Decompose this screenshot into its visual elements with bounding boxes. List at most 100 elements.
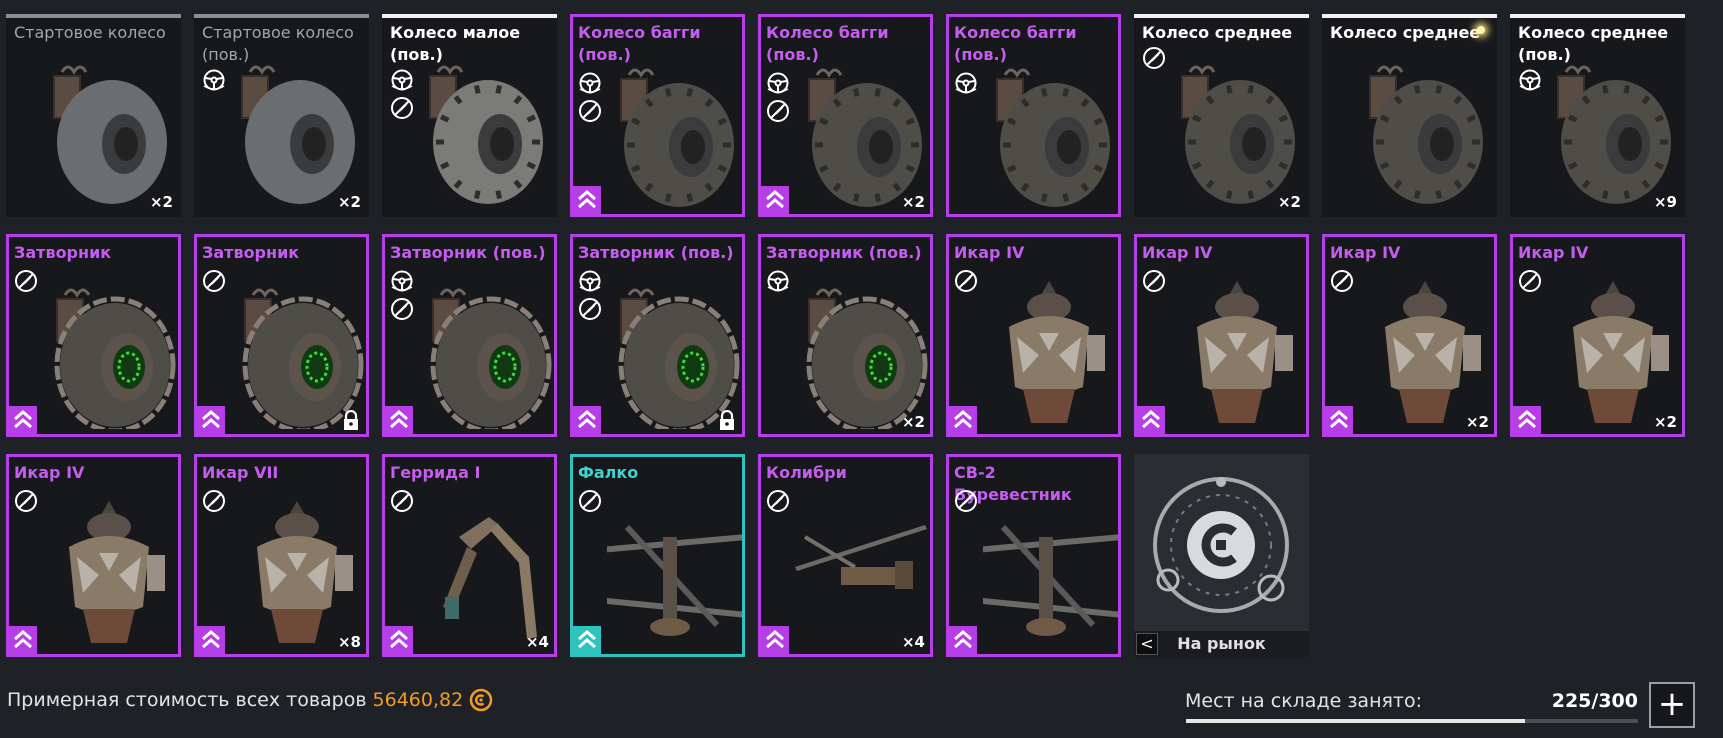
item-count: ×2	[149, 193, 173, 211]
total-value-row: Примерная стоимость всех товаров 56460,8…	[7, 688, 493, 712]
inventory-item[interactable]: Икар IV ×2	[1322, 234, 1497, 437]
inventory-item[interactable]: Стартовое колесо (пов.) ×2	[194, 14, 369, 217]
item-name: Колесо малое (пов.)	[390, 23, 521, 64]
item-attributes	[1142, 269, 1166, 293]
item-name: Колесо среднее (пов.)	[1518, 23, 1669, 64]
inventory-item[interactable]: Стартовое колесо ×2	[6, 14, 181, 217]
inventory-item[interactable]: Геррида I ×4	[382, 454, 557, 657]
storage-label: Мест на складе занято:	[1185, 690, 1423, 712]
item-name: Фалко	[578, 463, 639, 482]
market-back-button[interactable]: <	[1136, 633, 1158, 655]
no-paint-icon	[391, 490, 413, 512]
inventory-item[interactable]: Затворник (пов.) ×2	[758, 234, 933, 437]
no-paint-icon	[579, 490, 601, 512]
storage-progress-bar	[1186, 719, 1638, 723]
item-attributes	[578, 489, 602, 513]
inventory-item[interactable]: Затворник (пов.)	[382, 234, 557, 437]
inventory-item[interactable]: Икар VII ×8	[194, 454, 369, 657]
item-name: Геррида I	[390, 463, 481, 482]
upgrade-icon	[949, 626, 977, 654]
no-paint-icon	[391, 298, 413, 320]
item-name: Икар IV	[954, 243, 1025, 262]
new-item-indicator	[1477, 26, 1485, 34]
inventory-item[interactable]: Икар IV ×2	[1510, 234, 1685, 437]
storage-progress-fill	[1186, 719, 1525, 723]
item-name: Затворник	[202, 243, 300, 262]
inventory-item[interactable]: Колибри ×4	[758, 454, 933, 657]
item-name: Затворник	[14, 243, 112, 262]
item-name: Колибри	[766, 463, 847, 482]
item-image	[69, 501, 165, 643]
item-attributes	[202, 489, 226, 513]
inventory-item[interactable]: Колесо среднее ×2	[1134, 14, 1309, 217]
item-name: Затворник (пов.)	[578, 243, 734, 262]
inventory-item[interactable]: Колесо малое (пов.)	[382, 14, 557, 217]
inventory-item[interactable]: Фалко	[570, 454, 745, 657]
item-image	[429, 65, 543, 204]
no-paint-icon	[579, 298, 601, 320]
no-paint-icon	[203, 490, 225, 512]
upgrade-icon	[949, 406, 977, 434]
no-paint-icon	[15, 490, 37, 512]
item-image	[620, 68, 734, 207]
item-image	[1385, 281, 1481, 423]
item-attributes	[766, 269, 790, 293]
inventory-item[interactable]: Колесо багги (пов.) ×2	[758, 14, 933, 217]
market-emblem-icon	[1153, 477, 1289, 613]
item-attributes	[14, 269, 38, 293]
upgrade-icon	[385, 406, 413, 434]
item-image	[806, 288, 928, 429]
item-count: ×2	[901, 193, 925, 211]
steering-wheel-icon	[767, 72, 789, 94]
item-attributes	[1518, 269, 1542, 293]
item-image	[808, 68, 922, 207]
item-image	[1197, 281, 1293, 423]
upgrade-icon	[573, 186, 601, 214]
steering-wheel-icon	[579, 270, 601, 292]
inventory-item[interactable]: Икар IV	[946, 234, 1121, 437]
storage-count: 225/300	[1551, 690, 1638, 712]
inventory-item[interactable]: Затворник	[6, 234, 181, 437]
inventory-item[interactable]: Колесо багги (пов.)	[570, 14, 745, 217]
item-name: Икар VII	[202, 463, 279, 482]
add-storage-button[interactable]: +	[1649, 682, 1695, 728]
no-paint-icon	[203, 270, 225, 292]
item-attributes	[1518, 68, 1542, 92]
item-attributes	[766, 71, 790, 123]
upgrade-icon	[197, 626, 225, 654]
item-image	[257, 501, 353, 643]
inventory-grid: Стартовое колесо ×2 Стартовое колесо (пов…	[6, 14, 1685, 657]
item-count: ×2	[1277, 193, 1301, 211]
inventory-item[interactable]: Икар IV	[1134, 234, 1309, 437]
upgrade-icon	[385, 626, 413, 654]
item-count: ×2	[1653, 413, 1677, 431]
no-paint-icon	[1519, 270, 1541, 292]
inventory-item[interactable]: Колесо среднее	[1322, 14, 1497, 217]
item-attributes	[202, 68, 226, 92]
no-paint-icon	[579, 100, 601, 122]
inventory-item[interactable]: Затворник (пов.)	[570, 234, 745, 437]
item-name: Икар IV	[1518, 243, 1589, 262]
no-paint-icon	[15, 270, 37, 292]
no-paint-icon	[1331, 270, 1353, 292]
inventory-item[interactable]: Колесо среднее (пов.) ×9	[1510, 14, 1685, 217]
item-name: Икар IV	[1330, 243, 1401, 262]
item-attributes	[390, 269, 414, 321]
inventory-item[interactable]: Икар IV	[6, 454, 181, 657]
steering-wheel-icon	[955, 72, 977, 94]
market-tile[interactable]: < На рынок	[1134, 454, 1309, 657]
steering-wheel-icon	[203, 69, 225, 91]
item-count: ×4	[525, 633, 549, 651]
item-name: Колесо среднее	[1330, 23, 1481, 42]
item-attributes	[1330, 269, 1354, 293]
inventory-item[interactable]: Колесо багги (пов.)	[946, 14, 1121, 217]
inventory-item[interactable]: СВ-2 Буревестник	[946, 454, 1121, 657]
inventory-item[interactable]: Затворник	[194, 234, 369, 437]
item-image	[53, 65, 167, 204]
item-image	[607, 524, 742, 636]
item-name: Икар IV	[1142, 243, 1213, 262]
no-paint-icon	[1143, 47, 1165, 69]
item-name: Стартовое колесо (пов.)	[202, 23, 354, 64]
item-count: ×2	[337, 193, 361, 211]
upgrade-icon	[1137, 406, 1165, 434]
